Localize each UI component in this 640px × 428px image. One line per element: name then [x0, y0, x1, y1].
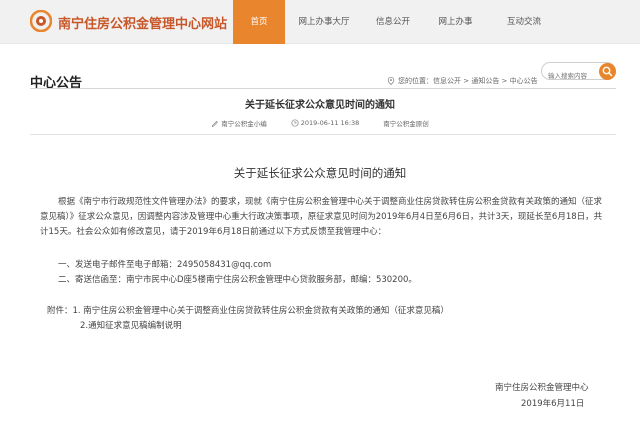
- nav-online-service[interactable]: 网上办事: [423, 0, 488, 44]
- article-title: 关于延长征求公众意见时间的通知: [245, 100, 395, 111]
- source-text: 南宁公积金原创: [383, 120, 429, 128]
- article-subtitle: 关于延长征求公众意见时间的通知: [233, 166, 407, 180]
- date-text: 2019-06-11 16:38: [300, 119, 360, 127]
- site-title[interactable]: 南宁住房公积金管理中心网站: [58, 13, 227, 32]
- nav-info-public[interactable]: 信息公开: [363, 0, 423, 44]
- clock-icon: [291, 119, 299, 127]
- search-icon: [602, 66, 613, 77]
- search-input[interactable]: [548, 68, 603, 84]
- search-button[interactable]: [599, 63, 616, 80]
- nav-online-hall[interactable]: 网上办事大厅: [285, 0, 363, 44]
- feedback-item-email: 一、发送电子邮件至电子邮箱：2495058431@qq.com: [58, 260, 272, 270]
- meta-date: 2019-06-11 16:38: [291, 118, 360, 128]
- site-logo-icon[interactable]: [30, 10, 52, 32]
- signature-org: 南宁住房公积金管理中心: [495, 383, 589, 393]
- author-text: 南宁公积金小编: [221, 120, 267, 128]
- meta-author: 南宁公积金小编: [211, 118, 267, 128]
- article-paragraph: 根据《南宁市行政规范性文件管理办法》的要求，现就《南宁住房公积金管理中心关于调整…: [40, 197, 603, 237]
- attachment-1[interactable]: 附件：1. 南宁住房公积金管理中心关于调整商业住房贷款转住房公积金贷款有关政策的…: [47, 304, 449, 316]
- nav-home[interactable]: 首页: [233, 0, 285, 44]
- signature-date: 2019年6月11日: [521, 399, 585, 409]
- nav-interaction[interactable]: 互动交流: [488, 0, 560, 44]
- top-navigation-bar: 南宁住房公积金管理中心网站 首页 网上办事大厅 信息公开 网上办事 互动交流: [0, 0, 640, 44]
- article-meta: 南宁公积金小编 2019-06-11 16:38 南宁公积金原创: [0, 118, 640, 128]
- attachment-2[interactable]: 2.通知征求意见稿编制说明: [80, 319, 182, 331]
- meta-divider: [30, 134, 616, 135]
- breadcrumb: 您的位置：信息公开 > 通知公告 > 中心公告: [387, 76, 538, 86]
- feedback-item-mail: 二、寄送信函至：南宁市民中心D座5楼南宁住房公积金管理中心贷款服务部，邮编：53…: [58, 275, 417, 285]
- section-divider: [30, 88, 616, 89]
- breadcrumb-text[interactable]: 您的位置：信息公开 > 通知公告 > 中心公告: [398, 76, 538, 86]
- main-nav: 首页 网上办事大厅 信息公开 网上办事 互动交流: [233, 0, 560, 44]
- location-icon: [387, 77, 395, 85]
- meta-source: 南宁公积金原创: [383, 118, 429, 128]
- author-icon: [211, 120, 219, 127]
